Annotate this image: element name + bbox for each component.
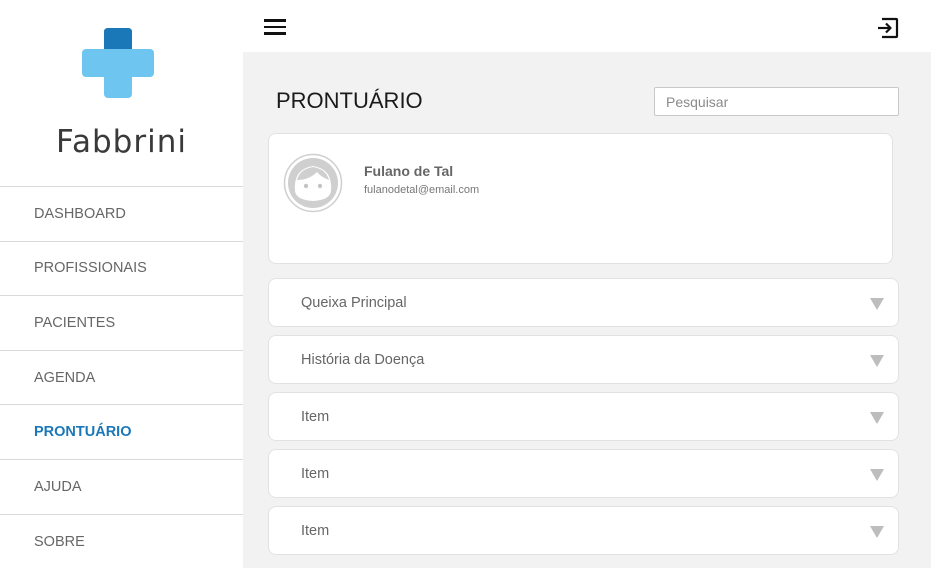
sidebar-item-agenda[interactable]: AGENDA xyxy=(0,351,243,406)
patient-name: Fulano de Tal xyxy=(364,163,454,179)
sidebar-item-prontuario[interactable]: PRONTUÁRIO xyxy=(0,405,243,460)
top-bar xyxy=(243,0,931,52)
chevron-down-icon xyxy=(870,355,884,367)
accordion-label: Item xyxy=(301,466,330,482)
brand-logo[interactable]: Fabbrini xyxy=(0,0,243,186)
hamburger-menu-icon[interactable] xyxy=(264,19,286,35)
accordion-label: Queixa Principal xyxy=(301,295,407,311)
sidebar-item-pacientes[interactable]: PACIENTES xyxy=(0,296,243,351)
brand-name: Fabbrini xyxy=(56,124,187,160)
chevron-down-icon xyxy=(870,469,884,481)
sidebar-nav: DASHBOARD PROFISSIONAIS PACIENTES AGENDA… xyxy=(0,186,243,568)
sidebar-item-dashboard[interactable]: DASHBOARD xyxy=(0,187,243,242)
accordion-label: Item xyxy=(301,523,330,539)
accordion-label: Item xyxy=(301,409,330,425)
logout-icon[interactable] xyxy=(876,16,900,40)
accordion-queixa-principal[interactable]: Queixa Principal xyxy=(268,278,899,327)
search-input[interactable] xyxy=(654,87,899,116)
patient-email: fulanodetal@email.com xyxy=(364,184,480,196)
accordion-item[interactable]: Item xyxy=(268,506,899,555)
accordion-item[interactable]: Item xyxy=(268,392,899,441)
medical-cross-icon xyxy=(82,28,154,98)
sidebar-item-profissionais[interactable]: PROFISSIONAIS xyxy=(0,242,243,297)
sidebar: Fabbrini DASHBOARD PROFISSIONAIS PACIENT… xyxy=(0,0,243,568)
chevron-down-icon xyxy=(870,298,884,310)
sidebar-item-sobre[interactable]: SOBRE xyxy=(0,515,243,568)
chevron-down-icon xyxy=(870,526,884,538)
accordion-label: História da Doença xyxy=(301,352,425,368)
accordion-historia-doenca[interactable]: História da Doença xyxy=(268,335,899,384)
sidebar-item-ajuda[interactable]: AJUDA xyxy=(0,460,243,515)
patient-card: Fulano de Tal fulanodetal@email.com xyxy=(268,133,893,264)
chevron-down-icon xyxy=(870,412,884,424)
avatar-face-icon xyxy=(283,153,343,213)
accordion-item[interactable]: Item xyxy=(268,449,899,498)
page-title: PRONTUÁRIO xyxy=(276,88,423,113)
